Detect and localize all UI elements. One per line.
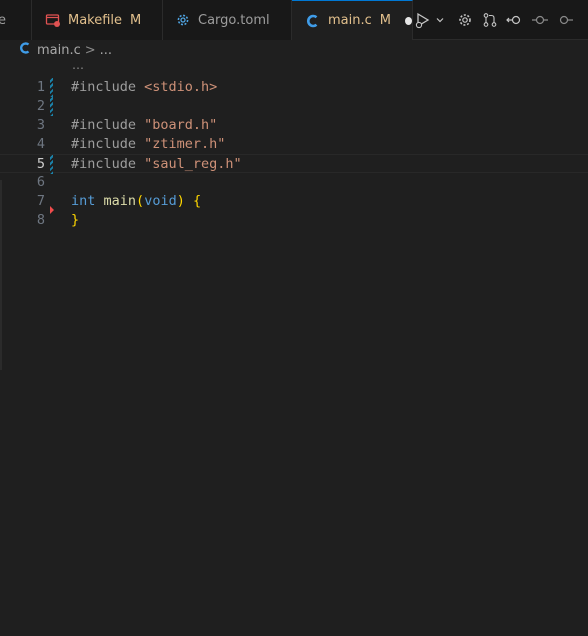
line-number: 5 [36,156,45,172]
code-token: <stdio.h> [144,79,218,95]
code-token: { [192,193,202,209]
code-line[interactable]: 7 int main(void) { [0,192,588,214]
go-forward-icon[interactable] [528,8,552,32]
modified-line-indicator[interactable] [50,97,53,116]
code-line[interactable]: 6 [0,173,588,192]
code-token: int [71,193,96,209]
editor-tab-bar: e Makefile M Cargo.toml main.c M [0,0,588,40]
source-control-icon[interactable] [478,8,502,32]
code-token: ( [136,193,145,209]
code-token: #include [71,136,145,152]
code-token: #include [71,117,145,133]
code-line[interactable]: 8} [0,211,588,230]
code-token: } [71,212,80,228]
code-text: } [71,211,79,230]
tab-main-c[interactable]: main.c M [292,0,413,40]
modified-line-indicator[interactable] [50,78,53,97]
makefile-icon [45,12,61,28]
line-number: 2 [36,98,45,114]
breadcrumb-separator: > [84,42,96,58]
code-line[interactable]: 4 #include "ztimer.h" [0,135,588,154]
breadcrumb-file[interactable]: main.c [37,43,81,58]
modified-badge: M [379,13,391,28]
chevron-down-icon[interactable] [434,8,446,32]
editor-actions [413,0,578,40]
tab-label: e [0,12,6,28]
c-file-icon [305,13,321,29]
line-number: 4 [36,136,45,152]
tab-label: Cargo.toml [198,12,270,28]
tab-label: main.c [328,13,372,28]
code-token: ) [176,193,185,209]
code-token: void [144,193,177,209]
line-number: 8 [36,212,45,228]
line-number: 6 [36,174,45,190]
unsaved-dot-icon[interactable] [404,16,412,25]
code-line[interactable]: 5 #include "saul_reg.h" [0,154,588,174]
code-line[interactable]: 2 [0,97,588,116]
line-number: 3 [36,117,45,133]
code-text: #include <stdio.h> [71,78,217,97]
c-file-icon [19,41,31,59]
code-token: "board.h" [144,117,218,133]
code-line[interactable]: 3 #include "board.h" [0,116,588,135]
code-text: int main(void) { [71,192,201,211]
modified-badge: M [130,12,142,28]
sticky-scroll-ellipsis[interactable]: … [72,58,85,72]
run-debug-icon[interactable] [413,8,433,32]
line-number: 7 [36,193,45,209]
code-text: #include "board.h" [71,116,217,135]
code-text: #include "saul_reg.h" [71,155,242,174]
code-token: "saul_reg.h" [144,156,242,172]
code-token: "ztimer.h" [144,136,226,152]
breadcrumb-more[interactable]: ... [100,43,112,58]
code-token: main [103,193,137,209]
tab-makefile[interactable]: Makefile M [32,0,163,40]
code-token: #include [71,156,145,172]
go-next-icon[interactable] [553,8,577,32]
go-back-icon[interactable] [503,8,527,32]
tab-label: Makefile [68,12,123,28]
code-line[interactable]: 1 #include <stdio.h> [0,78,588,97]
code-text: #include "ztimer.h" [71,135,225,154]
settings-icon[interactable] [453,8,477,32]
gear-icon [175,12,191,28]
tab-truncated[interactable]: e [0,0,32,40]
line-number: 1 [36,79,45,95]
modified-line-indicator[interactable] [50,155,53,174]
tab-cargo-toml[interactable]: Cargo.toml [163,0,292,40]
code-token: #include [71,79,145,95]
breadcrumb: main.c > ... [0,40,588,60]
